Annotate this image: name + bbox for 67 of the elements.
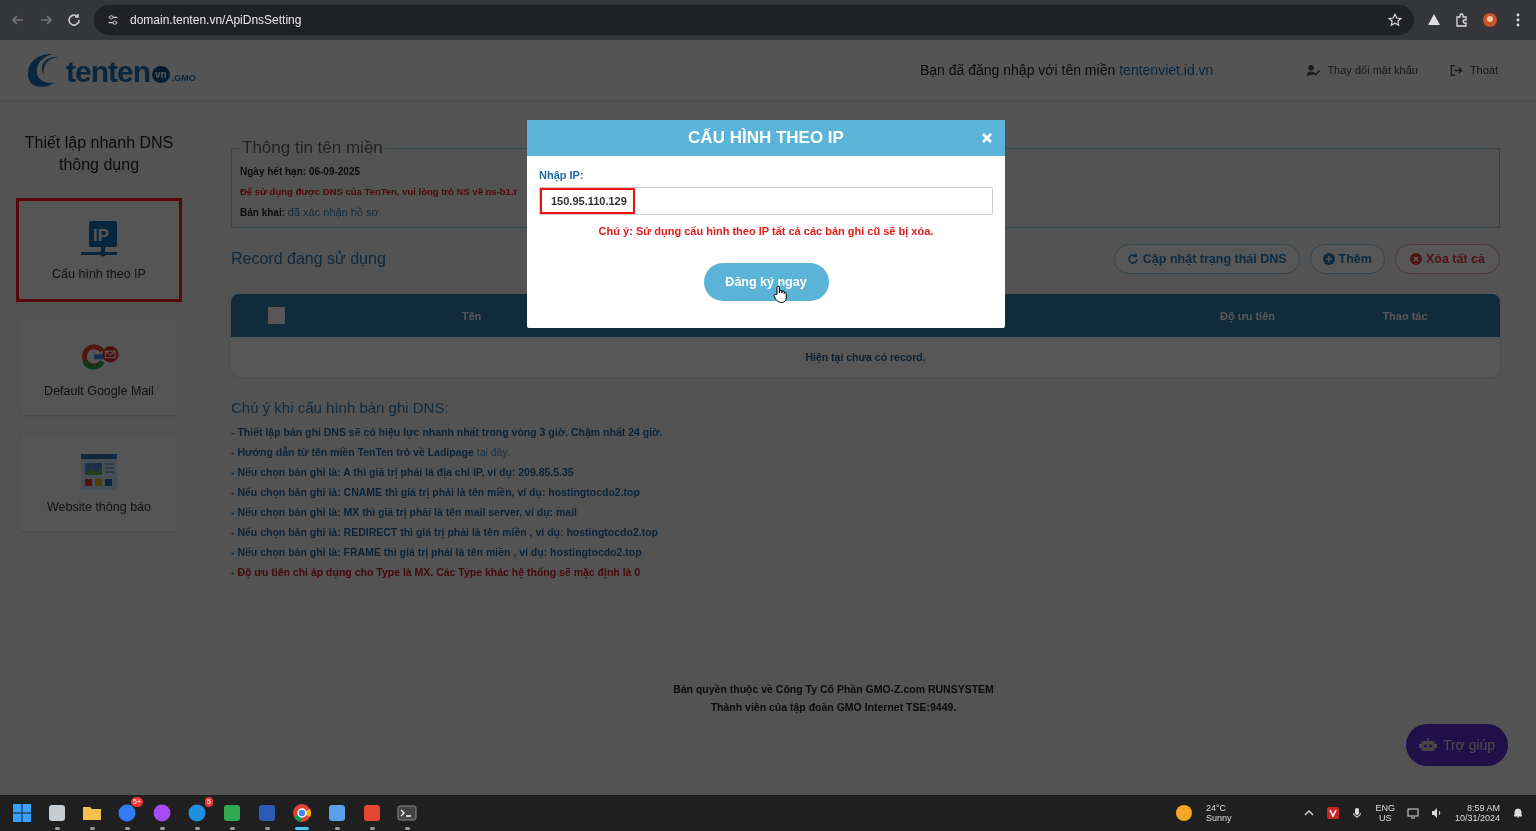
column-header: Thao tác: [1381, 309, 1429, 322]
v-app-icon[interactable]: [1327, 807, 1340, 819]
notification-bell-icon[interactable]: [1512, 807, 1524, 819]
column-header: Độ ưu tiên: [1219, 309, 1276, 322]
weather-condition-text: Sunny: [1205, 813, 1232, 823]
dialog-warning-text: Chú ý: Sử dụng cấu hình theo IP tất cả các bản ghi cũ sẽ bị xóa.: [597, 225, 935, 237]
reload-icon[interactable]: [66, 12, 82, 28]
ip-input-field[interactable]: 150.95.110.129: [539, 187, 993, 215]
url-text: domain.tenten.vn/ApiDnsSetting: [130, 13, 303, 27]
language-text[interactable]: US: [1378, 813, 1392, 823]
note-text: - Nếu chọn bản ghi là: CNAME thì giá trị phải là tên miền, ví dụ: hostingtocdo2.top: [231, 485, 641, 501]
refresh-dns-button[interactable]: Cập nhật trạng thái DNS: [1113, 244, 1300, 274]
clock-time[interactable]: 8:59 AM: [1466, 803, 1500, 813]
clock-date[interactable]: 10/31/2024: [1454, 813, 1500, 823]
copyright-text: Thành viên của tập đoàn GMO Internet TSE:9449.: [710, 701, 957, 713]
quick-setup-card[interactable]: IP Cấu hình theo IP: [16, 198, 182, 302]
change-password-link[interactable]: Thay đổi mật khẩu: [1305, 63, 1418, 77]
register-button[interactable]: Đăng ký ngay: [703, 263, 829, 301]
ns-warning-text: Để sử dụng được DNS của TenTen, vui lòng trỏ NS về ns-b1.t: [240, 185, 517, 199]
rounded-square-app-icon[interactable]: [362, 803, 382, 823]
sidebar-title: Thiết lập nhanh DNS thông dụng: [23, 133, 175, 175]
web-page-icon: [78, 452, 120, 492]
quick-setup-card[interactable]: Website thông báo: [21, 435, 177, 531]
copyright-text: Bản quyền thuộc về Công Ty Cổ Phần GMO-Z.com RUNSYSTEM: [673, 683, 994, 695]
add-button[interactable]: Thêm: [1309, 244, 1385, 274]
logout-link[interactable]: Thoát: [1447, 63, 1499, 77]
microphone-icon[interactable]: [1351, 807, 1364, 819]
address-bar[interactable]: domain.tenten.vn/ApiDnsSetting: [94, 5, 1414, 35]
temperature-text: 24°C: [1205, 803, 1227, 813]
note-text: - Độ ưu tiên chỉ áp dụng cho Type là MX. Các Type khác hệ thống sẽ mặc định là 0: [231, 565, 642, 581]
windows-start-icon[interactable]: [12, 803, 32, 823]
column-header: Tên: [460, 309, 483, 322]
triangle-icon[interactable]: [1426, 12, 1442, 28]
records-title: Record đang sử dụng: [231, 250, 386, 268]
chrome-browser-icon[interactable]: [292, 803, 312, 823]
ip-field-label: Nhập IP:: [539, 169, 585, 181]
note-text: - Nếu chọn bản ghi là: REDIRECT thì giá trị phải là tên miền , ví dụ: hostingtocdo2.top: [231, 525, 659, 541]
select-all-checkbox[interactable]: [268, 307, 285, 324]
status-label: Bản khai:: [240, 207, 285, 218]
monitor-icon[interactable]: [1406, 807, 1419, 819]
note-text: - Nếu chọn bản ghi là: FRAME thì giá trị phải là tên miền , ví dụ: hostingtocdo2.top: [231, 545, 643, 561]
site-settings-icon[interactable]: [106, 13, 120, 27]
note-text: - Nếu chọn bản ghi là: A thì giá trị phải là địa chỉ IP, ví dụ: 209.85.5.35: [231, 465, 575, 481]
speaker-icon[interactable]: [1430, 807, 1443, 819]
puzzle-piece-icon[interactable]: [1454, 12, 1470, 28]
sun-icon: [1173, 803, 1194, 823]
logo-suffix: .GMO: [171, 73, 196, 83]
expiry-label: Ngày hết hạn:: [240, 166, 307, 177]
terminal-icon[interactable]: [397, 803, 417, 823]
status-value: đã xác nhận hồ sơ: [287, 206, 379, 218]
square-app-icon[interactable]: [222, 803, 242, 823]
empty-table-message: Hiện tại chưa có record.: [804, 350, 927, 366]
ip-value: 150.95.110.129: [540, 188, 635, 214]
dialog-title: CẤU HÌNH THEO IP: [688, 128, 844, 148]
profile-avatar-icon[interactable]: [1482, 12, 1498, 28]
note-text: - Nếu chọn bản ghi là: MX thì giá trị phải là tên mail server, ví dụ: mail: [231, 505, 578, 521]
expiry-date: 06-09-2025: [308, 166, 361, 177]
note-text: - Thiết lập bản ghi DNS sẽ có hiệu lực nhanh nhất trong vòng 3 giờ. Chậm nhất 24 giờ.: [231, 425, 664, 441]
logo-wordmark: tenten: [66, 55, 150, 89]
logo-badge: vn: [152, 66, 170, 83]
bookmark-star-icon[interactable]: [1388, 13, 1402, 27]
language-text[interactable]: ENG: [1375, 803, 1395, 813]
notes-title: Chú ý khi cấu hình bản ghi DNS:: [231, 399, 450, 416]
login-domain-link[interactable]: tentenviet.id.vn: [1119, 62, 1214, 78]
quick-setup-card[interactable]: Default Google Mail: [21, 319, 177, 415]
delete-all-button[interactable]: Xóa tất cả: [1394, 244, 1500, 274]
login-notice: Bạn đã đăng nhập với tên miền: [920, 62, 1116, 78]
